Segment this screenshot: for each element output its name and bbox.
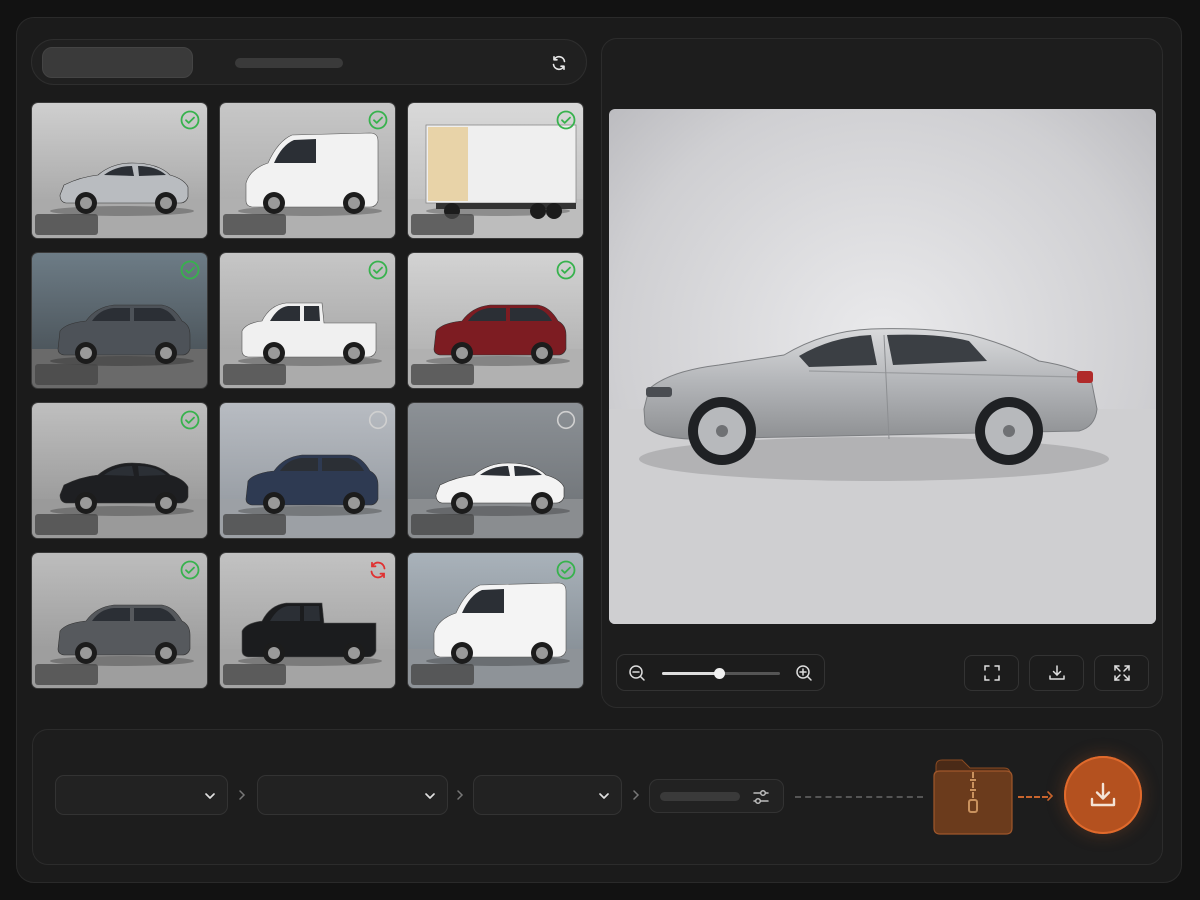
check-circle-icon bbox=[556, 560, 576, 580]
card-label bbox=[223, 514, 286, 535]
pipeline-step2-select[interactable] bbox=[257, 775, 448, 815]
card-label bbox=[411, 214, 474, 235]
card-label bbox=[411, 664, 474, 685]
fullscreen-button[interactable] bbox=[1094, 655, 1149, 691]
download-icon bbox=[1048, 665, 1065, 680]
card-label bbox=[35, 664, 98, 685]
check-circle-icon bbox=[368, 260, 388, 280]
check-circle-icon bbox=[556, 110, 576, 130]
card-label bbox=[223, 664, 286, 685]
gallery-card[interactable] bbox=[407, 252, 584, 389]
gallery-card[interactable] bbox=[219, 552, 396, 689]
zoom-out-button[interactable] bbox=[628, 664, 646, 682]
zoom-slider-fill bbox=[662, 672, 719, 675]
folder-to-download-connector bbox=[1018, 796, 1048, 798]
focus-frame-icon bbox=[983, 665, 1000, 681]
chevron-down-icon bbox=[425, 793, 435, 799]
pending-circle-icon bbox=[368, 410, 388, 430]
check-circle-icon bbox=[556, 260, 576, 280]
gallery-toolbar bbox=[31, 39, 587, 85]
check-circle-icon bbox=[180, 560, 200, 580]
download-image-button[interactable] bbox=[1029, 655, 1084, 691]
gallery-card[interactable] bbox=[407, 102, 584, 239]
refresh-icon bbox=[552, 55, 566, 71]
pipeline-filter-box[interactable] bbox=[649, 779, 784, 813]
pipeline-step3-select[interactable] bbox=[473, 775, 622, 815]
chevron-right-icon bbox=[457, 790, 464, 800]
expand-icon bbox=[1113, 665, 1130, 681]
pending-circle-icon bbox=[556, 410, 576, 430]
chevron-right-icon bbox=[633, 790, 640, 800]
gallery-title-placeholder bbox=[235, 58, 343, 68]
gallery-card[interactable] bbox=[219, 102, 396, 239]
refresh-button[interactable] bbox=[548, 52, 570, 74]
preview-front-wheel bbox=[688, 397, 756, 465]
check-circle-icon bbox=[180, 260, 200, 280]
pipeline-step1-select[interactable] bbox=[55, 775, 228, 815]
arrow-right-icon bbox=[1047, 791, 1054, 801]
download-zip-button[interactable] bbox=[1064, 756, 1142, 834]
sliders-icon[interactable] bbox=[751, 787, 771, 807]
chevron-down-icon bbox=[599, 793, 609, 799]
card-label bbox=[411, 514, 474, 535]
card-label bbox=[35, 514, 98, 535]
zoom-out-icon bbox=[629, 665, 645, 681]
preview-image bbox=[609, 109, 1156, 624]
card-label bbox=[223, 214, 286, 235]
check-circle-icon bbox=[180, 410, 200, 430]
zoom-slider-thumb[interactable] bbox=[713, 668, 725, 679]
chevron-right-icon bbox=[239, 790, 246, 800]
card-label bbox=[35, 214, 98, 235]
preview-rear-wheel bbox=[975, 397, 1043, 465]
filter-text bbox=[660, 792, 740, 801]
gallery-card[interactable] bbox=[31, 552, 208, 689]
retry-icon[interactable] bbox=[368, 560, 388, 580]
zoom-in-icon bbox=[796, 665, 812, 681]
zoom-control bbox=[616, 654, 825, 691]
card-label bbox=[223, 364, 286, 385]
zip-folder-icon bbox=[932, 756, 1014, 836]
zoom-in-button[interactable] bbox=[795, 664, 813, 682]
gallery-card[interactable] bbox=[407, 552, 584, 689]
gallery-card[interactable] bbox=[31, 102, 208, 239]
fit-frame-button[interactable] bbox=[964, 655, 1019, 691]
card-label bbox=[35, 364, 98, 385]
chevron-down-icon bbox=[205, 793, 215, 799]
preview-vehicle-scene bbox=[609, 109, 1156, 624]
check-circle-icon bbox=[368, 110, 388, 130]
gallery-card[interactable] bbox=[219, 252, 396, 389]
zoom-slider[interactable] bbox=[662, 668, 780, 679]
card-label bbox=[411, 364, 474, 385]
pipeline-connector bbox=[795, 796, 923, 798]
gallery-card[interactable] bbox=[31, 252, 208, 389]
download-icon bbox=[1090, 782, 1116, 807]
vehicle-gallery-grid bbox=[31, 102, 585, 690]
check-circle-icon bbox=[180, 110, 200, 130]
gallery-card[interactable] bbox=[407, 402, 584, 539]
gallery-card[interactable] bbox=[219, 402, 396, 539]
gallery-card[interactable] bbox=[31, 402, 208, 539]
gallery-filter-pill[interactable] bbox=[42, 47, 193, 78]
